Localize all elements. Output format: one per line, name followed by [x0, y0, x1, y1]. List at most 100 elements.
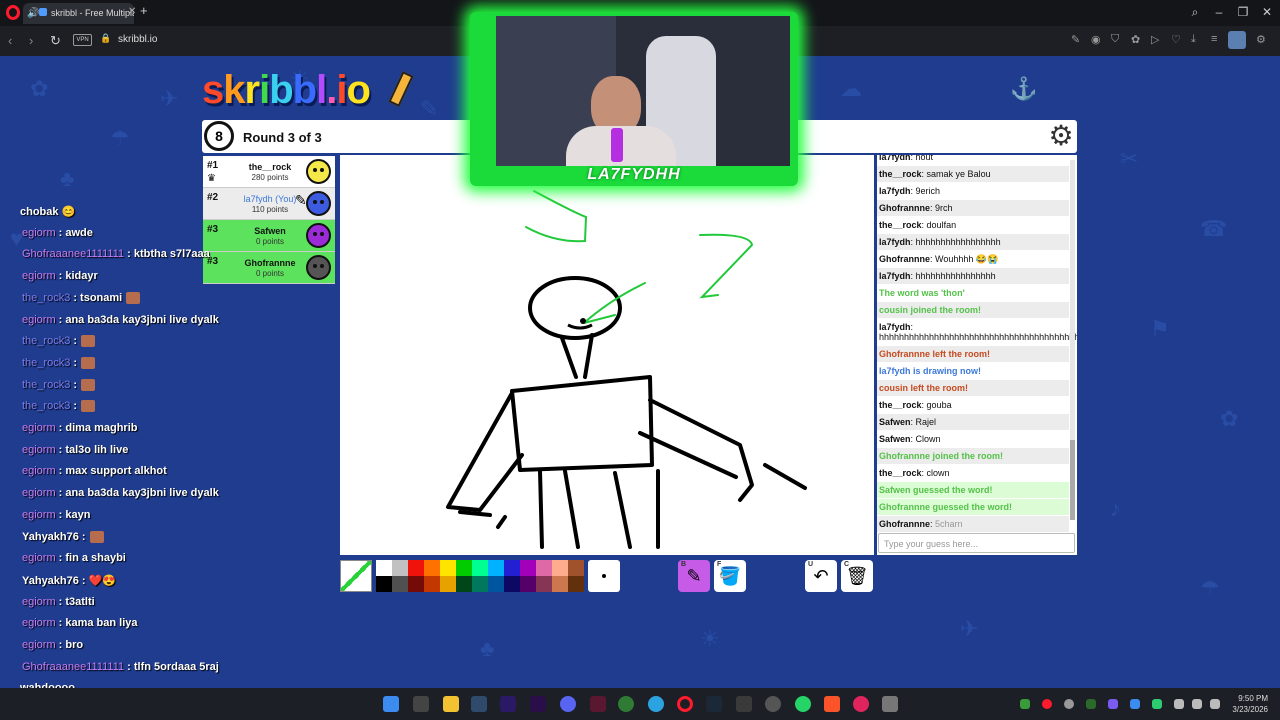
- color-swatch[interactable]: [552, 576, 568, 592]
- color-swatch[interactable]: [376, 560, 392, 576]
- color-swatch[interactable]: [456, 576, 472, 592]
- color-swatch[interactable]: [520, 576, 536, 592]
- new-tab-icon[interactable]: +: [140, 4, 152, 18]
- volume-icon[interactable]: [1210, 699, 1220, 709]
- drawing-canvas[interactable]: [340, 155, 874, 555]
- xbox-icon[interactable]: [618, 696, 634, 712]
- stream-chat-username[interactable]: egiorm: [22, 639, 56, 651]
- after-effects-icon[interactable]: [500, 696, 516, 712]
- tray-icon[interactable]: [1108, 699, 1118, 709]
- camera-icon[interactable]: ◉: [1091, 33, 1101, 46]
- stream-chat-username[interactable]: egiorm: [22, 596, 56, 608]
- brush-tool-button[interactable]: B ✎: [678, 560, 710, 592]
- color-swatch[interactable]: [440, 560, 456, 576]
- guess-input[interactable]: Type your guess here...: [878, 533, 1075, 553]
- steam-icon[interactable]: [706, 696, 722, 712]
- microphone-tray-icon[interactable]: [1174, 699, 1184, 709]
- telegram-icon[interactable]: [648, 696, 664, 712]
- edit-icon[interactable]: ✎: [1071, 33, 1080, 46]
- color-swatch[interactable]: [408, 560, 424, 576]
- browser-tab[interactable]: 🔊 skribbl - Free Multipla: [23, 3, 134, 24]
- stream-chat-username[interactable]: egiorm: [22, 617, 56, 629]
- search-tabs-icon[interactable]: ⌕: [1187, 5, 1203, 20]
- color-swatch[interactable]: [504, 560, 520, 576]
- stream-chat-username[interactable]: Ghofraaanee1111111: [22, 248, 124, 260]
- color-swatch[interactable]: [472, 560, 488, 576]
- reload-icon[interactable]: ↻: [50, 33, 61, 49]
- stream-chat-username[interactable]: egiorm: [22, 509, 56, 521]
- color-swatch[interactable]: [408, 576, 424, 592]
- tab-sound-icon[interactable]: 🔊: [27, 8, 39, 19]
- app-icon[interactable]: [736, 696, 752, 712]
- color-swatch[interactable]: [504, 576, 520, 592]
- wifi-icon[interactable]: [1192, 699, 1202, 709]
- stream-chat-username[interactable]: chobak: [20, 206, 59, 218]
- color-swatch[interactable]: [552, 560, 568, 576]
- whatsapp-icon[interactable]: [795, 696, 811, 712]
- tray-icon[interactable]: [1042, 699, 1052, 709]
- color-swatch[interactable]: [520, 560, 536, 576]
- tray-icon[interactable]: [1130, 699, 1140, 709]
- app-icon[interactable]: [853, 696, 869, 712]
- stream-chat-username[interactable]: egiorm: [22, 487, 56, 499]
- maximize-icon[interactable]: ❐: [1235, 5, 1251, 19]
- folder-icon[interactable]: [443, 696, 459, 712]
- settings-icon[interactable]: ⚙: [1256, 33, 1266, 46]
- color-swatch[interactable]: [536, 576, 552, 592]
- current-color-swatch[interactable]: [340, 560, 372, 592]
- opera-icon[interactable]: [677, 696, 693, 712]
- clear-button[interactable]: C 🗑: [841, 560, 873, 592]
- stream-chat-username[interactable]: egiorm: [22, 444, 56, 456]
- color-swatch[interactable]: [472, 576, 488, 592]
- discord-icon[interactable]: [560, 696, 576, 712]
- stream-chat-username[interactable]: egiorm: [22, 314, 56, 326]
- color-swatch[interactable]: [488, 576, 504, 592]
- app-icon[interactable]: [590, 696, 606, 712]
- stream-chat-username[interactable]: Ghofraaanee1111111: [22, 661, 124, 673]
- menu-icon[interactable]: ≡: [1211, 33, 1217, 45]
- color-swatch[interactable]: [568, 560, 584, 576]
- tray-icon[interactable]: [1152, 699, 1162, 709]
- vpn-badge[interactable]: VPN: [73, 34, 92, 46]
- stream-chat-username[interactable]: the_rock3: [22, 400, 70, 412]
- stream-chat-username[interactable]: egiorm: [22, 465, 56, 477]
- tab-close-icon[interactable]: ✕: [128, 6, 136, 17]
- scrollbar-thumb[interactable]: [1070, 440, 1075, 520]
- tray-icon[interactable]: [1020, 699, 1030, 709]
- play-icon[interactable]: ▷: [1151, 33, 1159, 46]
- app-icon[interactable]: [765, 696, 781, 712]
- extension-icon[interactable]: ✿: [1131, 33, 1140, 46]
- color-swatch[interactable]: [392, 560, 408, 576]
- color-swatch[interactable]: [392, 576, 408, 592]
- chat-scrollbar[interactable]: [1070, 160, 1075, 520]
- color-swatch[interactable]: [568, 576, 584, 592]
- url-field[interactable]: skribbl.io: [118, 34, 157, 45]
- player-item[interactable]: #1 ♛ the__rock 280 points: [203, 156, 335, 188]
- color-swatch[interactable]: [456, 560, 472, 576]
- color-swatch[interactable]: [424, 560, 440, 576]
- stream-chat-username[interactable]: the_rock3: [22, 292, 70, 304]
- stream-chat-username[interactable]: the_rock3: [22, 335, 70, 347]
- settings-icon[interactable]: [882, 696, 898, 712]
- undo-button[interactable]: U ↶: [805, 560, 837, 592]
- close-window-icon[interactable]: ✕: [1259, 5, 1275, 19]
- system-clock[interactable]: 9:50 PM 3/23/2026: [1224, 693, 1268, 715]
- stream-chat-username[interactable]: egiorm: [22, 552, 56, 564]
- stream-chat-username[interactable]: egiorm: [22, 270, 56, 282]
- stream-chat-username[interactable]: the_rock3: [22, 357, 70, 369]
- opera-logo-icon[interactable]: [6, 5, 20, 20]
- color-swatch[interactable]: [440, 576, 456, 592]
- brush-size-button[interactable]: [588, 560, 620, 592]
- back-icon[interactable]: ‹: [8, 33, 12, 48]
- premiere-icon[interactable]: [530, 696, 546, 712]
- brave-icon[interactable]: [824, 696, 840, 712]
- minimize-icon[interactable]: –: [1211, 5, 1227, 19]
- stream-chat-username[interactable]: Yahyakh76: [22, 531, 79, 543]
- shield-icon[interactable]: ⛉: [1111, 33, 1119, 46]
- stream-chat-username[interactable]: egiorm: [22, 227, 56, 239]
- lightroom-icon[interactable]: [471, 696, 487, 712]
- tray-icon[interactable]: [1064, 699, 1074, 709]
- stream-chat-username[interactable]: Yahyakh76: [22, 575, 79, 587]
- lock-icon[interactable]: 🔒: [100, 33, 111, 44]
- forward-icon[interactable]: ›: [29, 33, 33, 48]
